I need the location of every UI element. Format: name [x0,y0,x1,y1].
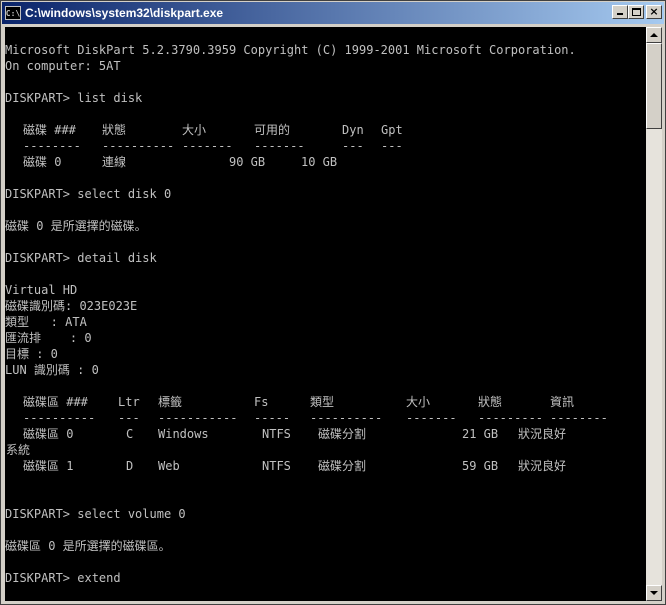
disk-col-separator: --- [342,139,364,153]
volume-col-separator: --- [118,411,140,425]
volume-row-status: 狀況良好 [518,427,567,441]
disk-row-disk: 磁碟 0 [23,155,62,169]
message-volume-selected: 磁碟區 0 是所選擇的磁碟區。 [5,539,171,553]
arrow-up-icon [650,33,658,37]
volume-row-size: 59 GB [462,459,499,473]
scrollbar-thumb[interactable] [646,43,662,129]
title-bar[interactable]: C:\ C:\windows\system32\diskpart.exe × [2,2,664,24]
scroll-down-button[interactable] [646,585,662,601]
window-title: C:\windows\system32\diskpart.exe [25,6,224,20]
console-window: C:\ C:\windows\system32\diskpart.exe × M… [0,0,666,605]
volume-col-separator: ------- [406,411,457,425]
disk-row-free: 10 GB [301,155,338,169]
disk-col-header-dyn: Dyn [342,123,364,137]
volume-col-header-status: 狀態 [478,395,503,409]
volume-col-separator: ----- [254,411,291,425]
volume-col-separator: ---------- [310,411,383,425]
disk-col-header-size: 大小 [182,123,207,137]
detail-target: 目標 : 0 [5,347,58,361]
volume-col-separator: ---------- [23,411,96,425]
console-app-icon[interactable]: C:\ [5,6,21,20]
command-detail-disk: DISKPART> detail disk [5,251,157,265]
volume-col-header-volume: 磁碟區 ### [23,395,88,409]
command-list-disk: DISKPART> list disk [5,91,143,105]
window-controls: × [612,5,662,19]
minimize-icon [617,13,623,15]
detail-type: 類型 : ATA [5,315,87,329]
command-extend: DISKPART> extend [5,571,121,585]
detail-disk-id: 磁碟識別碼: 023E023E [5,299,138,313]
disk-col-separator: ------- [254,139,305,153]
disk-col-separator: ---------- [102,139,175,153]
volume-col-header-fs: Fs [254,395,269,409]
volume-col-header-type: 類型 [310,395,335,409]
disk-col-header-free: 可用的 [254,123,291,137]
maximize-icon [631,8,641,16]
volume-row-fs: NTFS [262,427,291,441]
maximize-button[interactable] [628,5,644,19]
volume-row-ltr: D [126,459,134,473]
disk-row-status: 連線 [102,155,127,169]
detail-lun: LUN 識別碼 : 0 [5,363,99,377]
console-output[interactable]: Microsoft DiskPart 5.2.3790.3959 Copyrig… [5,27,646,601]
minimize-button[interactable] [612,5,628,19]
disk-col-header-status: 狀態 [102,123,127,137]
volume-row-info: 系統 [6,443,31,457]
detail-model: Virtual HD [5,283,78,297]
vertical-scrollbar[interactable] [646,27,662,601]
disk-col-header-disk: 磁碟 ### [23,123,76,137]
volume-row-type: 磁碟分割 [318,459,367,473]
console-header-copyright: Microsoft DiskPart 5.2.3790.3959 Copyrig… [5,43,576,57]
close-button[interactable]: × [646,5,662,19]
volume-col-separator: -------- [550,411,608,425]
close-icon: × [649,5,659,18]
disk-col-header-gpt: Gpt [381,123,403,137]
disk-col-separator: -------- [23,139,81,153]
volume-col-header-info: 資訊 [550,395,575,409]
console-header-computer: On computer: 5AT [5,59,121,73]
volume-row-size: 21 GB [462,427,499,441]
volume-row-type: 磁碟分割 [318,427,367,441]
disk-row-size: 90 GB [229,155,266,169]
command-select-disk: DISKPART> select disk 0 [5,187,172,201]
disk-col-separator: ------- [182,139,233,153]
volume-row-fs: NTFS [262,459,291,473]
volume-row-volume: 磁碟區 0 [23,427,74,441]
command-select-volume: DISKPART> select volume 0 [5,507,186,521]
scroll-up-button[interactable] [646,27,662,43]
volume-col-header-ltr: Ltr [118,395,140,409]
volume-row-ltr: C [126,427,134,441]
arrow-down-icon [650,591,658,595]
volume-row-label: Web [158,459,180,473]
detail-bus: 匯流排 : 0 [5,331,92,345]
volume-col-header-label: 標籤 [158,395,183,409]
disk-col-separator: --- [381,139,403,153]
volume-col-separator: --------- [478,411,544,425]
volume-col-header-size: 大小 [406,395,431,409]
volume-col-separator: ----------- [158,411,238,425]
message-disk-selected: 磁碟 0 是所選擇的磁碟。 [5,219,147,233]
volume-row-volume: 磁碟區 1 [23,459,74,473]
volume-row-label: Windows [158,427,209,441]
volume-row-status: 狀況良好 [518,459,567,473]
